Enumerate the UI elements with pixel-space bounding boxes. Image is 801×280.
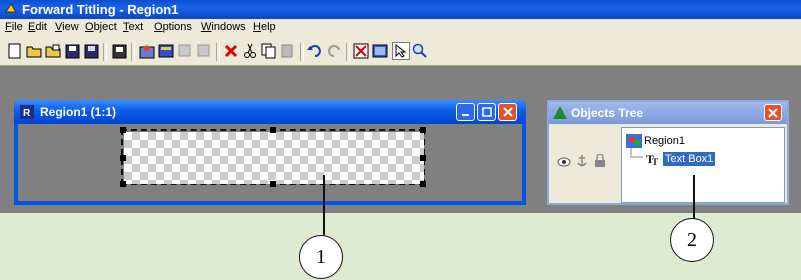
paste-icon — [279, 42, 297, 60]
select-pointer-icon[interactable] — [392, 42, 410, 60]
new-icon[interactable] — [6, 42, 24, 60]
resize-handle[interactable] — [120, 127, 126, 133]
app-title: Forward Titling - Region1 — [22, 2, 179, 17]
open-icon[interactable] — [25, 42, 43, 60]
resize-handle[interactable] — [270, 127, 276, 133]
menu-file[interactable]: File — [5, 21, 23, 33]
save-icon[interactable] — [63, 42, 81, 60]
text-node-icon: TT — [646, 152, 658, 166]
resize-handle[interactable] — [120, 181, 126, 187]
app-logo-icon — [5, 3, 17, 13]
menu-windows[interactable]: Windows — [201, 21, 246, 33]
render-icon[interactable] — [157, 42, 175, 60]
disabled-icon-1 — [176, 42, 194, 60]
minimize-button[interactable] — [456, 103, 475, 121]
resize-handle[interactable] — [420, 155, 426, 161]
undo-icon[interactable] — [306, 42, 324, 60]
resize-handle[interactable] — [420, 181, 426, 187]
region-node-icon — [626, 134, 642, 148]
tree-node-region1[interactable]: Region1 — [644, 135, 685, 147]
toolbar — [0, 37, 801, 66]
visibility-eye-icon[interactable] — [557, 156, 571, 168]
cut-icon[interactable] — [241, 42, 259, 60]
callout-1: 1 — [299, 235, 343, 279]
objects-tree-window: Objects Tree Region1 TT Text Box1 — [547, 100, 789, 205]
svg-text:T: T — [652, 157, 658, 166]
menu-object[interactable]: Object — [85, 21, 117, 33]
clear-icon[interactable] — [352, 42, 370, 60]
toolbar-separator — [103, 43, 107, 61]
objects-tree-title-bar[interactable]: Objects Tree — [549, 102, 787, 124]
resize-handle[interactable] — [120, 155, 126, 161]
preview-icon[interactable] — [371, 42, 389, 60]
toolbar-separator — [300, 43, 304, 61]
effects-icon[interactable] — [138, 42, 156, 60]
callout-1-leader — [323, 175, 325, 235]
toolbar-separator — [216, 43, 220, 61]
save-region-icon[interactable] — [110, 42, 128, 60]
menu-bar: File Edit View Object Text Options Windo… — [0, 19, 801, 37]
transparent-canvas[interactable] — [124, 132, 424, 184]
region-canvas-area — [18, 124, 522, 201]
lock-icon[interactable] — [594, 154, 606, 168]
resize-handle[interactable] — [420, 127, 426, 133]
copy-icon[interactable] — [260, 42, 278, 60]
open-template-icon[interactable] — [44, 42, 62, 60]
region-window-title-bar[interactable]: R Region1 (1:1) — [14, 100, 526, 124]
objects-tree-panel: Region1 TT Text Box1 — [621, 127, 785, 203]
disabled-icon-2 — [195, 42, 213, 60]
maximize-button[interactable] — [477, 103, 496, 121]
tree-node-text-box1[interactable]: Text Box1 — [663, 152, 716, 166]
anchor-icon[interactable] — [576, 154, 588, 168]
zoom-icon[interactable] — [411, 42, 429, 60]
menu-help[interactable]: Help — [253, 21, 276, 33]
callout-2-leader — [693, 175, 695, 219]
menu-text[interactable]: Text — [123, 21, 143, 33]
menu-edit[interactable]: Edit — [28, 21, 47, 33]
svg-text:R: R — [23, 108, 31, 119]
region-window-title: Region1 (1:1) — [40, 105, 117, 119]
resize-handle[interactable] — [270, 181, 276, 187]
save-all-icon[interactable] — [82, 42, 100, 60]
delete-icon[interactable] — [222, 42, 240, 60]
menu-options[interactable]: Options — [154, 21, 192, 33]
tree-connector — [630, 148, 643, 158]
toolbar-separator — [346, 43, 350, 61]
region-icon: R — [20, 105, 34, 119]
close-button[interactable] — [498, 103, 517, 121]
callout-2: 2 — [670, 218, 714, 262]
region-window: R Region1 (1:1) — [14, 100, 526, 205]
menu-view[interactable]: View — [55, 21, 79, 33]
title-bar: Forward Titling - Region1 — [0, 0, 801, 19]
objects-tree-title: Objects Tree — [571, 106, 644, 120]
toolbar-separator — [131, 43, 135, 61]
tree-icon — [553, 106, 567, 119]
objects-tree-close-button[interactable] — [764, 104, 782, 121]
redo-icon — [325, 42, 343, 60]
